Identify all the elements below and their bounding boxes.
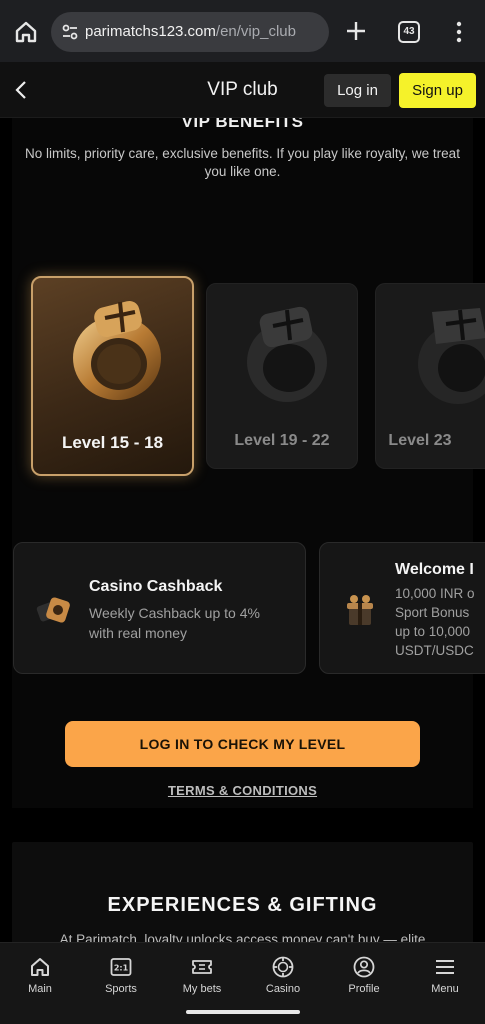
benefit-description: 10,000 INR o Sport Bonus up to 10,000 US…: [395, 584, 485, 660]
url-host: parimatchs123.com: [85, 23, 216, 40]
nav-item-menu[interactable]: Menu: [410, 955, 480, 1003]
level-card-15-18[interactable]: Level 15 - 18: [31, 276, 194, 476]
url-text: parimatchs123.com/en/vip_club: [85, 23, 296, 40]
browser-toolbar: parimatchs123.com/en/vip_club 43: [0, 0, 485, 62]
browser-home-button[interactable]: [12, 18, 40, 46]
tabs-count-button[interactable]: 43: [398, 21, 420, 43]
benefit-title: Casino Cashback: [89, 578, 223, 595]
gift-box-icon: [347, 595, 373, 625]
terms-conditions-link[interactable]: TERMS & CONDITIONS: [0, 783, 485, 798]
menu-icon: [436, 960, 454, 974]
nav-item-my-bets[interactable]: My bets: [167, 955, 237, 1003]
experiences-description: At Parimatch, loyalty unlocks access mon…: [59, 932, 426, 942]
ticket-icon: [192, 960, 212, 974]
site-header: VIP club Log in Sign up: [0, 62, 485, 118]
cashback-chip-icon: [36, 597, 70, 623]
chevron-left-icon: [15, 81, 26, 99]
nav-item-casino[interactable]: Casino: [248, 955, 318, 1003]
site-settings-icon[interactable]: [61, 23, 79, 41]
scoreboard-icon: 2:1: [110, 958, 132, 976]
benefit-desc-line: Sport Bonus: [395, 605, 470, 620]
new-tab-button[interactable]: [343, 18, 369, 44]
page-content[interactable]: VIP BENEFITS No limits, priority care, e…: [0, 118, 485, 942]
benefit-card-casino-cashback[interactable]: Casino Cashback Weekly Cashback up to 4%…: [13, 542, 306, 674]
benefits-description: No limits, priority care, exclusive bene…: [25, 146, 460, 179]
casino-chip-icon: [272, 956, 294, 978]
level-label: Level 19 - 22: [234, 432, 330, 449]
nav-item-profile[interactable]: Profile: [329, 955, 399, 1003]
check-level-button[interactable]: LOG IN TO CHECK MY LEVEL: [65, 721, 420, 767]
browser-menu-button[interactable]: [450, 19, 468, 45]
nav-label: Profile: [348, 983, 380, 995]
nav-label: Main: [28, 983, 52, 995]
signup-button[interactable]: Sign up: [399, 73, 476, 108]
experiences-panel: EXPERIENCES & GIFTING At Parimatch, loya…: [12, 842, 473, 942]
level-card-19-22[interactable]: Level 19 - 22: [206, 283, 358, 469]
level-label: Level 23: [388, 432, 452, 449]
gesture-handle[interactable]: [186, 1010, 300, 1014]
profile-icon: [353, 956, 375, 978]
back-button[interactable]: [10, 78, 34, 102]
benefit-desc-line: 10,000 INR o: [395, 586, 475, 601]
benefit-card-welcome[interactable]: Welcome I 10,000 INR o Sport Bonus up to…: [319, 542, 485, 674]
url-path: /en/vip_club: [215, 23, 296, 40]
address-bar[interactable]: parimatchs123.com/en/vip_club: [51, 12, 329, 52]
nav-label: Sports: [105, 983, 137, 995]
benefit-desc-line: with real money: [89, 625, 188, 641]
nav-label: Menu: [431, 983, 459, 995]
nav-item-sports[interactable]: 2:1 Sports: [86, 955, 156, 1003]
gold-ring-icon: [73, 301, 161, 400]
benefit-desc-line: up to 10,000: [395, 624, 471, 639]
experiences-heading: EXPERIENCES & GIFTING: [107, 894, 378, 916]
nav-label: Casino: [265, 983, 301, 995]
benefits-heading: VIP BENEFITS: [181, 118, 304, 131]
black-ring-icon: [247, 306, 327, 402]
kebab-menu-icon: [456, 21, 462, 43]
home-icon: [15, 21, 37, 43]
svg-text:2:1: 2:1: [114, 964, 129, 973]
benefit-description: Weekly Cashback up to 4% with real money: [89, 603, 289, 643]
benefit-desc-line: Weekly Cashback up to 4%: [89, 605, 260, 621]
login-button[interactable]: Log in: [324, 74, 391, 107]
home-icon: [31, 958, 49, 976]
benefit-desc-line: USDT/USDC: [395, 643, 474, 658]
plus-icon: [347, 22, 365, 40]
black-signet-ring-icon: [418, 308, 485, 404]
level-card-23[interactable]: Level 23: [375, 283, 485, 469]
nav-label: My bets: [182, 983, 222, 995]
level-label: Level 15 - 18: [61, 433, 164, 452]
benefit-title: Welcome I: [395, 561, 474, 578]
nav-item-main[interactable]: Main: [5, 955, 75, 1003]
